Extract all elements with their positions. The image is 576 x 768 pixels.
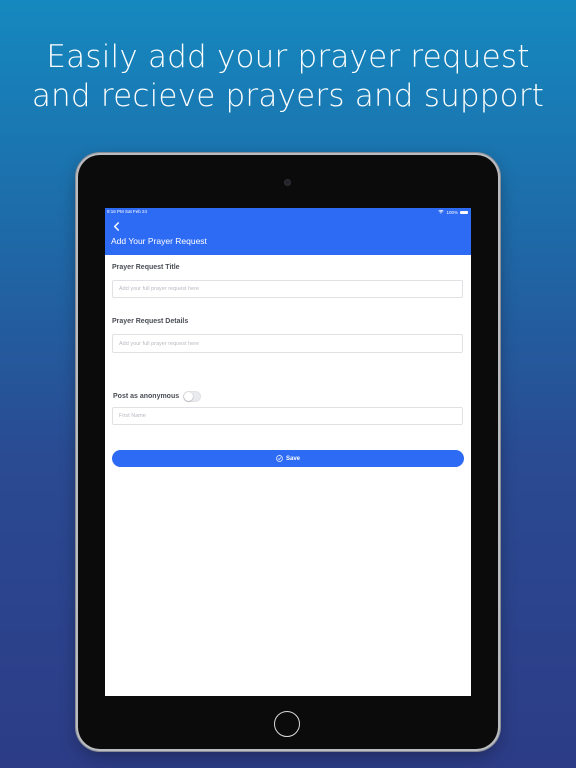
chevron-left-icon xyxy=(113,221,119,231)
save-button-label: Save xyxy=(285,455,300,462)
home-button[interactable] xyxy=(274,711,300,737)
battery-icon xyxy=(460,210,468,215)
page-title: Add Your Prayer Request xyxy=(111,236,207,246)
anonymous-label: Post as anonymous xyxy=(113,393,180,400)
status-bar-time: 9:16 PM Sat Feb 24 xyxy=(107,209,148,214)
wifi-icon xyxy=(438,209,445,216)
marketing-headline: Easily add your prayer request and recie… xyxy=(0,38,576,116)
status-bar-indicators: 100% xyxy=(438,209,468,216)
anonymous-row: Post as anonymous xyxy=(113,391,202,402)
headline-line-2: and recieve prayers and support xyxy=(31,78,545,114)
anonymous-toggle[interactable] xyxy=(183,391,202,402)
prayer-title-placeholder: Add your full prayer request here xyxy=(119,286,200,292)
headline-line-1: Easily add your prayer request xyxy=(46,39,530,75)
prayer-details-placeholder: Add your full prayer request here xyxy=(119,340,200,347)
save-button[interactable]: Save xyxy=(112,450,464,467)
battery-percent: 100% xyxy=(446,209,458,215)
first-name-placeholder: First Name xyxy=(119,413,146,419)
app-header: 9:16 PM Sat Feb 24 100% Add Your Prayer … xyxy=(105,208,471,255)
prayer-details-label: Prayer Request Details xyxy=(112,318,189,325)
toggle-knob xyxy=(184,392,194,401)
first-name-input[interactable]: First Name xyxy=(112,407,463,425)
prayer-details-input[interactable]: Add your full prayer request here xyxy=(112,334,463,353)
prayer-title-label: Prayer Request Title xyxy=(112,264,180,271)
prayer-title-input[interactable]: Add your full prayer request here xyxy=(112,280,463,298)
ipad-device-frame: 9:16 PM Sat Feb 24 100% Add Your Prayer … xyxy=(78,155,498,749)
app-screen: 9:16 PM Sat Feb 24 100% Add Your Prayer … xyxy=(105,208,471,696)
check-circle-icon xyxy=(276,455,283,462)
back-button[interactable] xyxy=(109,219,123,233)
front-camera xyxy=(284,179,291,186)
